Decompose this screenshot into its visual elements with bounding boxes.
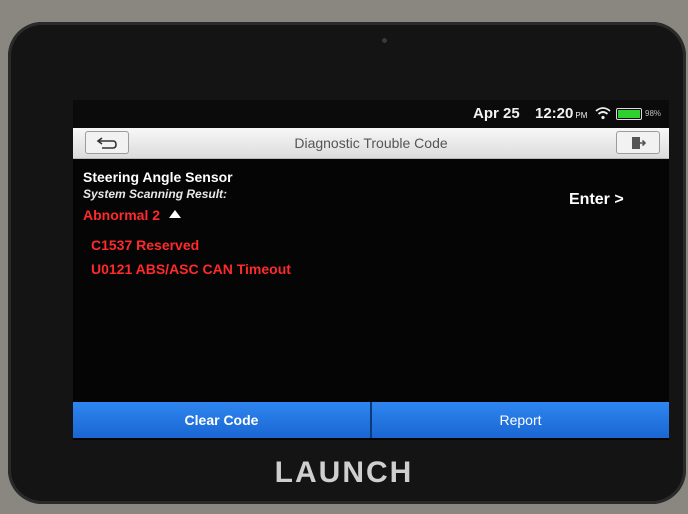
dtc-item: U0121 ABS/ASC CAN Timeout bbox=[91, 261, 291, 277]
camera-dot bbox=[382, 38, 387, 43]
triangle-up-icon bbox=[169, 210, 182, 218]
result-panel: Steering Angle Sensor System Scanning Re… bbox=[73, 158, 669, 402]
screen: Apr 25 12:20 PM 98% Diagnostic Trouble Co… bbox=[73, 100, 669, 440]
status-time: 12:20 PM bbox=[535, 105, 587, 122]
abnormal-toggle[interactable]: Abnormal 2 bbox=[83, 207, 182, 223]
title-bar: Diagnostic Trouble Code bbox=[73, 128, 669, 159]
exit-button[interactable] bbox=[616, 131, 660, 154]
status-ampm: PM bbox=[575, 111, 588, 120]
exit-icon bbox=[632, 136, 646, 149]
scan-result-label: System Scanning Result: bbox=[83, 187, 228, 201]
abnormal-status: Abnormal 2 bbox=[83, 207, 161, 223]
brand-logo: LAUNCH bbox=[274, 456, 414, 489]
enter-button[interactable]: Enter > bbox=[569, 191, 624, 209]
wifi-icon bbox=[595, 107, 611, 120]
battery-fill bbox=[618, 110, 640, 118]
action-bar: Clear Code Report bbox=[73, 402, 669, 438]
battery-icon bbox=[616, 108, 642, 120]
status-date: Apr 25 bbox=[473, 105, 520, 122]
system-name: Steering Angle Sensor bbox=[83, 169, 233, 185]
clear-code-button[interactable]: Clear Code bbox=[73, 402, 372, 438]
dtc-item: C1537 Reserved bbox=[91, 237, 200, 253]
page-title: Diagnostic Trouble Code bbox=[294, 135, 448, 151]
battery-percent: 98% bbox=[645, 109, 662, 118]
status-time-value: 12:20 bbox=[535, 105, 574, 122]
report-button[interactable]: Report bbox=[372, 402, 669, 438]
status-bar: Apr 25 12:20 PM 98% bbox=[73, 100, 669, 128]
